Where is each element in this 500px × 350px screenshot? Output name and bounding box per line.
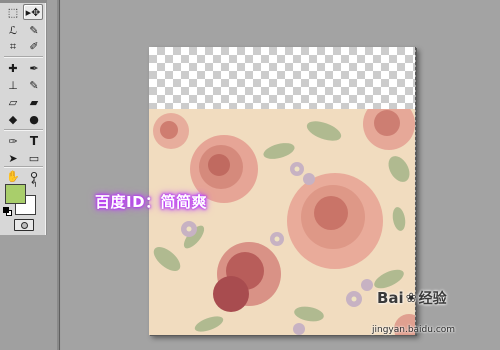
floral-image-layer [149,109,415,335]
eraser-tool-icon: ▱ [8,95,18,109]
shape-tool[interactable]: ▭ [24,150,44,166]
crop-tool[interactable]: ⌗ [3,38,23,54]
move-tool[interactable]: ▸✥ [23,4,43,20]
jingyan-text: 经验 [418,291,447,307]
eyedropper-tool-icon: ✐ [29,39,39,53]
quick-mask-icon [20,221,28,229]
baidu-brand-text: Bai [377,289,404,307]
brush-tool-icon: ✒ [29,61,39,75]
move-tool-icon: ▸✥ [25,5,41,19]
healing-brush-tool-icon: ✚ [8,61,18,75]
lasso-tool[interactable]: ℒ [3,22,23,38]
gradient-tool[interactable]: ▰ [24,94,44,110]
pen-tool[interactable]: ✑ [3,133,23,149]
shape-tool-icon: ▭ [28,151,40,165]
stamp-tool[interactable]: ⊥ [3,77,23,93]
type-tool-icon: T [29,134,39,148]
baidu-paw-icon: ❀ [405,290,417,306]
eraser-tool[interactable]: ▱ [3,94,23,110]
jingyan-url-watermark: jingyan.baidu.com [372,325,456,335]
path-select-tool[interactable]: ➤ [3,150,23,166]
default-colors-icon[interactable] [3,207,12,216]
tools-panel: ▸✥ ⬚ ℒ ✎ ⌗ ✐ ✚ ✒ ⊥ ✎ ▱ ▰ ◆ ● ✑ T ➤ ▭ ✋ ⚲… [0,0,47,235]
history-brush-tool-icon: ✎ [29,78,39,92]
type-tool[interactable]: T [24,133,44,149]
transparent-area [149,47,415,109]
marquee-tool[interactable]: ⬚ [3,4,23,20]
path-select-tool-icon: ➤ [8,151,18,165]
foreground-color-swatch[interactable] [5,184,26,204]
brush-tool[interactable]: ✒ [24,60,44,76]
tools-panel-grip[interactable] [0,0,47,3]
dodge-tool[interactable]: ● [24,111,44,127]
photoshop-window: ▸✥ ⬚ ℒ ✎ ⌗ ✐ ✚ ✒ ⊥ ✎ ▱ ▰ ◆ ● ✑ T ➤ ▭ ✋ ⚲… [0,0,500,350]
baidu-id-watermark: 百度ID：简简爽 [95,193,208,211]
tool-separator [4,166,43,167]
swap-colors-icon[interactable]: ↰ [30,180,38,190]
healing-brush-tool[interactable]: ✚ [3,60,23,76]
tool-separator [4,129,43,130]
floral-pattern [153,109,415,335]
quick-mask-button[interactable] [14,219,34,231]
hand-tool[interactable]: ✋ [3,168,23,184]
marquee-tool-icon: ⬚ [7,5,19,19]
tools-panel-edge [57,0,60,350]
blur-tool-icon: ◆ [8,112,18,126]
blur-tool[interactable]: ◆ [3,111,23,127]
dodge-tool-icon: ● [29,112,39,126]
pen-tool-icon: ✑ [8,134,18,148]
stamp-tool-icon: ⊥ [8,78,18,92]
quick-select-tool[interactable]: ✎ [24,22,44,38]
crop-tool-icon: ⌗ [9,39,17,53]
eyedropper-tool[interactable]: ✐ [24,38,44,54]
quick-select-tool-icon: ✎ [29,23,39,37]
gradient-tool-icon: ▰ [29,95,39,109]
history-brush-tool[interactable]: ✎ [24,77,44,93]
tool-separator [4,56,43,57]
baidu-jingyan-logo: Bai ❀ 经验 [377,288,447,308]
lasso-tool-icon: ℒ [9,23,17,37]
hand-tool-icon: ✋ [6,169,20,183]
